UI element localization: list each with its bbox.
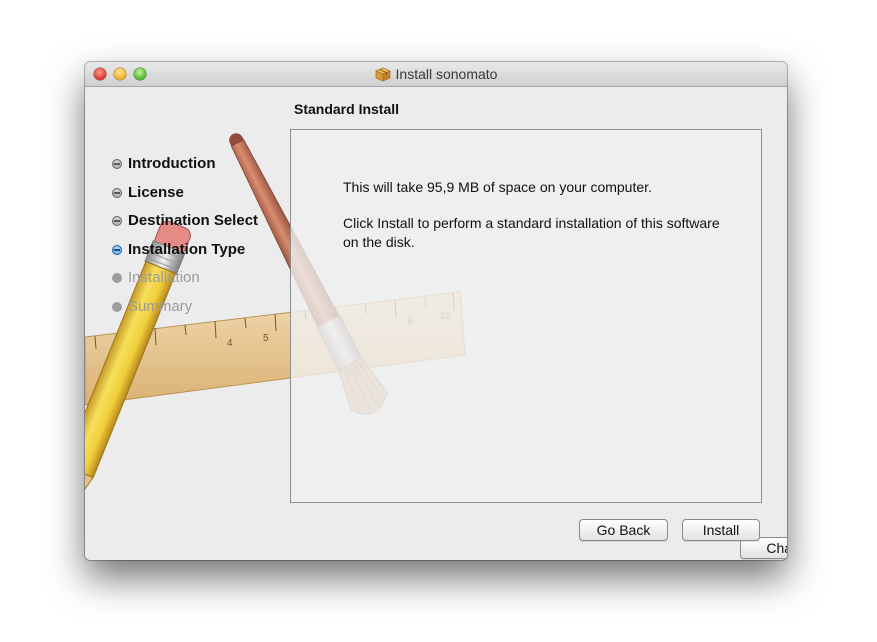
step-current-icon bbox=[112, 244, 122, 255]
window-title: Install sonomato bbox=[395, 66, 498, 82]
step-completed-icon bbox=[112, 216, 122, 226]
step-label: License bbox=[128, 183, 184, 201]
page-title: Standard Install bbox=[294, 101, 400, 117]
step-summary: Summary bbox=[112, 297, 258, 326]
install-button[interactable]: Install bbox=[682, 519, 760, 541]
window-title-group: Install sonomato bbox=[85, 62, 787, 86]
step-pending-icon bbox=[112, 301, 122, 312]
step-label: Installation Type bbox=[128, 240, 246, 258]
content-panel: This will take 95,9 MB of space on your … bbox=[290, 129, 787, 559]
step-pending-icon bbox=[112, 273, 122, 283]
step-introduction: Introduction bbox=[112, 154, 258, 183]
installer-steps-list: Introduction License Destination Select … bbox=[112, 154, 258, 325]
install-description-text: Click Install to perform a standard inst… bbox=[343, 215, 720, 250]
svg-text:1: 1 bbox=[123, 351, 129, 362]
installer-window: Install sonomato 1 4 5 Standard Install … bbox=[85, 62, 787, 560]
step-label: Summary bbox=[128, 297, 193, 315]
space-required-text: This will take 95,9 MB of space on your … bbox=[343, 179, 652, 195]
step-label: Destination Select bbox=[128, 212, 259, 229]
svg-text:5: 5 bbox=[263, 333, 269, 344]
step-label: Introduction bbox=[128, 155, 216, 172]
step-completed-icon bbox=[112, 187, 122, 198]
step-label: Installation bbox=[128, 269, 200, 286]
step-installation: Installation bbox=[112, 268, 258, 297]
svg-text:4: 4 bbox=[227, 338, 233, 349]
title-bar[interactable]: Install sonomato bbox=[85, 62, 787, 87]
package-icon bbox=[374, 67, 391, 82]
go-back-button[interactable]: Go Back bbox=[579, 519, 668, 541]
step-destination-select: Destination Select bbox=[112, 211, 258, 240]
step-license: License bbox=[112, 183, 258, 212]
step-completed-icon bbox=[112, 159, 122, 169]
step-installation-type: Installation Type bbox=[112, 240, 258, 269]
